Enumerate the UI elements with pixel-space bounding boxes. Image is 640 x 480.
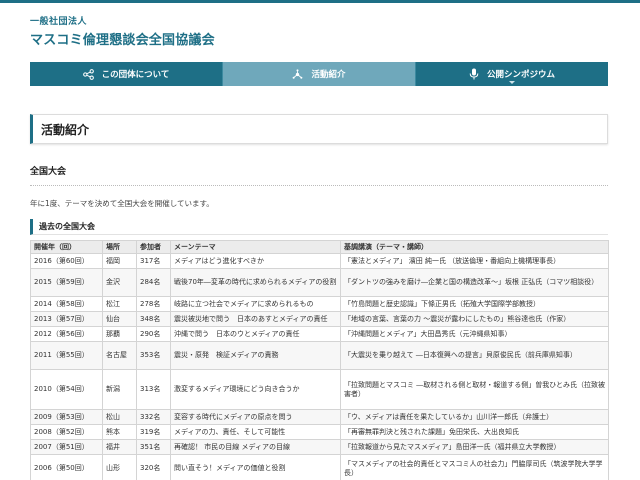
cell-participants: 332名: [136, 409, 171, 425]
microphone-icon: [469, 68, 479, 80]
cell-year: 2012（第56回）: [30, 326, 103, 342]
cell-year: 2010（第54回）: [30, 369, 103, 410]
table-row: 2012（第56回） 那覇 290名 沖縄で問う 日本のウとメディアの責任 「沖…: [30, 326, 609, 342]
cell-theme: メディアの力、責任、そして可能性: [170, 424, 341, 440]
cell-participants: 290名: [136, 326, 171, 342]
cell-keynote: 「マスメディアの社会的責任とマスコミ人の社会力」門脇厚司氏（筑波学院大学学長）: [340, 454, 609, 480]
convention-table: 開催年（回） 場所 参加者 メーンテーマ 基調講演（テーマ・講師） 2016（第…: [30, 240, 609, 480]
site-logo[interactable]: 一般社団法人 マスコミ倫理懇談会全国協議会: [30, 14, 215, 48]
cell-year: 2014（第58回）: [30, 296, 103, 312]
cell-participants: 284名: [136, 268, 171, 297]
cell-keynote: 「拉致報道から見たマスメディア」島田洋一氏（福井県立大学教授）: [340, 439, 609, 455]
cell-keynote: 「再審無罪判決と残された課題」免田栄氏、大出良知氏: [340, 424, 609, 440]
cell-theme: 戦後70年―変革の時代に求められるメディアの役割: [170, 268, 341, 297]
cell-place: 福岡: [102, 253, 137, 269]
cell-theme: 震災被災地で問う 日本のあすとメディアの責任: [170, 311, 341, 327]
cell-year: 2016（第60回）: [30, 253, 103, 269]
cell-place: 新潟: [102, 369, 137, 410]
chevron-down-icon: [509, 81, 515, 84]
cell-place: 山形: [102, 454, 137, 480]
cell-participants: 278名: [136, 296, 171, 312]
top-accent-bar: [0, 0, 640, 3]
cell-year: 2008（第52回）: [30, 424, 103, 440]
cell-theme: 再確認！ 市民の目線 メディアの目線: [170, 439, 341, 455]
cell-keynote: 「地域の言葉、言葉の力 ～震災が露わにしたもの」熊谷達也氏（作家）: [340, 311, 609, 327]
cell-year: 2011（第55回）: [30, 341, 103, 370]
nav-item-activities[interactable]: 活動紹介: [223, 62, 416, 86]
cell-keynote: 「拉致問題とマスコミ ―取材される側と取材・報道する側」曽我ひとみ氏（拉致被害者…: [340, 369, 609, 410]
share-network-icon: [82, 68, 94, 80]
column-header-year: 開催年（回）: [30, 240, 103, 254]
cell-place: 福井: [102, 439, 137, 455]
table-row: 2013（第57回） 仙台 348名 震災被災地で問う 日本のあすとメディアの責…: [30, 311, 609, 327]
table-row: 2014（第58回） 松江 278名 岐路に立つ社会でメディアに求められるもの …: [30, 296, 609, 312]
table-row: 2016（第60回） 福岡 317名 メディアはどう進化すべきか 「憲法とメディ…: [30, 253, 609, 269]
cell-year: 2006（第50回）: [30, 454, 103, 480]
cell-participants: 313名: [136, 369, 171, 410]
table-row: 2011（第55回） 名古屋 353名 震災・原発 検証メディアの責務 「大震災…: [30, 341, 609, 370]
column-header-participants: 参加者: [136, 240, 171, 254]
global-nav: この団体について 活動紹介 公開シンポジウム: [30, 62, 608, 86]
cell-theme: 震災・原発 検証メディアの責務: [170, 341, 341, 370]
subsection-title: 過去の全国大会: [30, 219, 608, 235]
cell-participants: 319名: [136, 424, 171, 440]
cell-participants: 348名: [136, 311, 171, 327]
cell-keynote: 「大震災を乗り越えて ―日本復興への提言」貝原俊民氏（前兵庫県知事）: [340, 341, 609, 370]
cell-place: 那覇: [102, 326, 137, 342]
table-row: 2015（第59回） 金沢 284名 戦後70年―変革の時代に求められるメディア…: [30, 268, 609, 297]
cell-place: 松江: [102, 296, 137, 312]
cell-year: 2007（第51回）: [30, 439, 103, 455]
node-hub-icon: [292, 68, 303, 80]
section-title: 全国大会: [30, 164, 608, 186]
table-row: 2008（第52回） 熊本 319名 メディアの力、責任、そして可能性 「再審無…: [30, 424, 609, 440]
nav-item-label: 活動紹介: [311, 70, 346, 80]
nav-item-about[interactable]: この団体について: [30, 62, 223, 86]
cell-keynote: 「ウ、メディアは責任を果たしているか」山川洋一郎氏（弁護士）: [340, 409, 609, 425]
page-title: 活動紹介: [41, 122, 90, 137]
cell-participants: 351名: [136, 439, 171, 455]
cell-year: 2015（第59回）: [30, 268, 103, 297]
cell-theme: 問い直そう！メディアの価値と役割: [170, 454, 341, 480]
cell-keynote: 「ダントツの強みを磨け―企業と国の構造改革～」坂根 正弘氏（コマツ相談役）: [340, 268, 609, 297]
cell-place: 名古屋: [102, 341, 137, 370]
cell-participants: 353名: [136, 341, 171, 370]
cell-theme: 岐路に立つ社会でメディアに求められるもの: [170, 296, 341, 312]
column-header-keynote: 基調講演（テーマ・講師）: [340, 240, 609, 254]
org-name: マスコミ倫理懇談会全国協議会: [30, 33, 215, 48]
table-header-row: 開催年（回） 場所 参加者 メーンテーマ 基調講演（テーマ・講師）: [30, 240, 609, 254]
cell-year: 2009（第53回）: [30, 409, 103, 425]
cell-place: 松山: [102, 409, 137, 425]
cell-year: 2013（第57回）: [30, 311, 103, 327]
org-type-label: 一般社団法人: [30, 17, 88, 27]
intro-text: 年に1度、テーマを決めて全国大会を開催しています。: [30, 199, 214, 208]
cell-keynote: 「沖縄問題とメディア」大田昌秀氏（元沖縄県知事）: [340, 326, 609, 342]
cell-keynote: 「竹島問題と歴史認識」下條正男氏（拓殖大学国際学部教授）: [340, 296, 609, 312]
cell-participants: 320名: [136, 454, 171, 480]
table-row: 2010（第54回） 新潟 313名 激変するメディア環境にどう向き合うか 「拉…: [30, 369, 609, 410]
nav-item-label: 公開シンポジウム: [486, 70, 555, 80]
cell-theme: 変容する時代にメディアの原点を問う: [170, 409, 341, 425]
page-title-box: 活動紹介: [30, 114, 608, 144]
cell-place: 熊本: [102, 424, 137, 440]
table-row: 2007（第51回） 福井 351名 再確認！ 市民の目線 メディアの目線 「拉…: [30, 439, 609, 455]
cell-keynote: 「憲法とメディア」 濱田 純一氏 （放送倫理・番組向上機構理事長）: [340, 253, 609, 269]
cell-theme: メディアはどう進化すべきか: [170, 253, 341, 269]
nav-item-label: この団体について: [101, 70, 170, 80]
nav-item-symposium[interactable]: 公開シンポジウム: [416, 62, 608, 86]
table-row: 2009（第53回） 松山 332名 変容する時代にメディアの原点を問う 「ウ、…: [30, 409, 609, 425]
cell-participants: 317名: [136, 253, 171, 269]
table-row: 2006（第50回） 山形 320名 問い直そう！メディアの価値と役割 「マスメ…: [30, 454, 609, 480]
cell-place: 仙台: [102, 311, 137, 327]
column-header-theme: メーンテーマ: [170, 240, 341, 254]
column-header-place: 場所: [102, 240, 137, 254]
cell-place: 金沢: [102, 268, 137, 297]
cell-theme: 激変するメディア環境にどう向き合うか: [170, 369, 341, 410]
cell-theme: 沖縄で問う 日本のウとメディアの責任: [170, 326, 341, 342]
